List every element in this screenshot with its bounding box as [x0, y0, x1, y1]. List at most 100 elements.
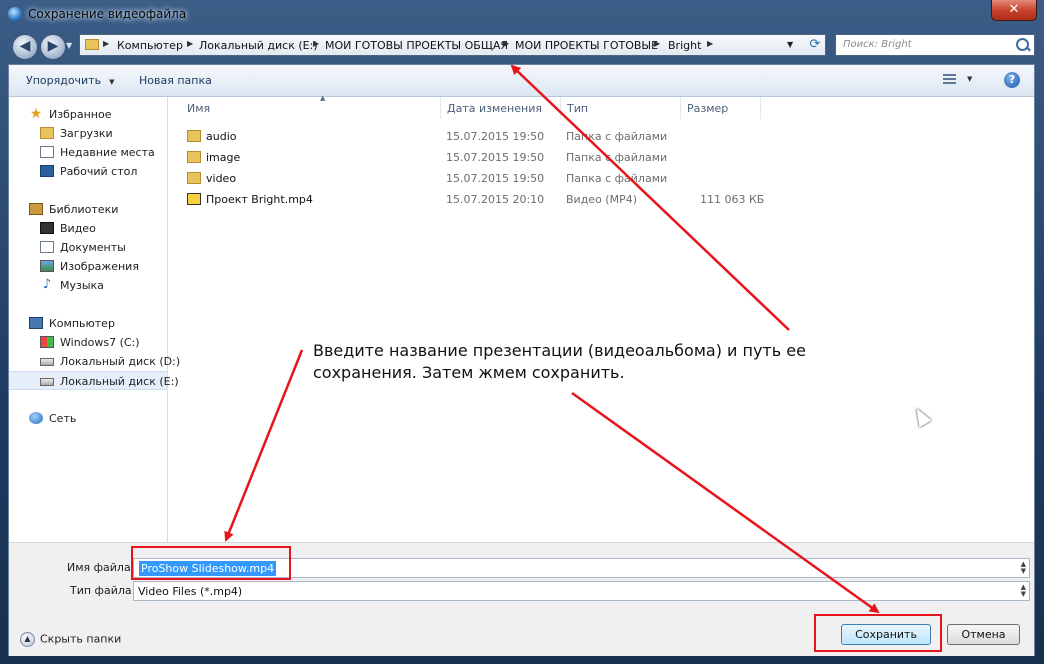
filetype-value: Video Files (*.mp4): [138, 585, 243, 598]
column-header-label: Размер: [687, 102, 729, 115]
column-header-name[interactable]: Имя ▲: [181, 94, 441, 119]
recent-places-icon: [40, 146, 54, 158]
file-name: image: [206, 151, 241, 164]
sidebar-item-label: Изображения: [60, 260, 139, 273]
column-header-label: Дата изменения: [447, 102, 542, 115]
sidebar-item-desktop[interactable]: Рабочий стол: [9, 162, 167, 181]
chevron-down-icon: ▼: [109, 78, 115, 86]
search-icon[interactable]: [1016, 38, 1029, 51]
sidebar-item-videos[interactable]: Видео: [9, 219, 167, 238]
chevron-right-icon[interactable]: ▶: [187, 39, 193, 48]
breadcrumb-bright[interactable]: Bright: [668, 39, 701, 52]
breadcrumb-computer[interactable]: Компьютер: [117, 39, 183, 52]
documents-library-icon: [40, 241, 54, 253]
sidebar-item-label: Локальный диск (E:): [60, 375, 179, 388]
breadcrumb-projects-ready[interactable]: МОИ ПРОЕКТЫ ГОТОВЫЕ: [515, 39, 658, 52]
address-history-dropdown-icon[interactable]: ▼: [787, 40, 793, 49]
sidebar-item-downloads[interactable]: Загрузки: [9, 124, 167, 143]
file-type: Видео (MP4): [566, 193, 638, 206]
cancel-button[interactable]: Отмена: [947, 624, 1020, 645]
computer-icon: [29, 317, 43, 329]
column-header-type[interactable]: Тип: [561, 97, 681, 119]
sidebar-item-label: Документы: [60, 241, 126, 254]
sidebar-item-documents[interactable]: Документы: [9, 238, 167, 257]
chevron-right-icon[interactable]: ▶: [103, 39, 109, 48]
column-header-label: Тип: [567, 102, 589, 115]
sidebar-item-drive-c[interactable]: Windows7 (C:): [9, 333, 167, 352]
sidebar-item-libraries[interactable]: Библиотеки: [9, 200, 167, 219]
refresh-icon[interactable]: ⟳: [807, 37, 823, 53]
hide-folders-label: Скрыть папки: [40, 632, 122, 646]
filetype-dropdown-icon[interactable]: ▲ ▼: [1021, 584, 1026, 598]
filename-history-dropdown-icon[interactable]: ▲ ▼: [1021, 561, 1026, 575]
file-row[interactable]: video 15.07.2015 19:50 Папка с файлами: [169, 168, 769, 189]
folder-icon: [187, 151, 201, 163]
save-highlight-box: [814, 614, 942, 652]
view-options-icon[interactable]: [943, 74, 956, 86]
column-header-date[interactable]: Дата изменения: [441, 97, 561, 119]
organize-label: Упорядочить: [26, 74, 102, 87]
chevron-right-icon[interactable]: ▶: [707, 39, 713, 48]
sidebar-item-label: Библиотеки: [49, 203, 119, 216]
hide-folders-toggle[interactable]: ▲ Скрыть папки: [20, 632, 121, 647]
downloads-folder-icon: [40, 127, 54, 139]
organize-button[interactable]: Упорядочить ▼: [26, 74, 115, 87]
column-header-label: Имя: [187, 102, 211, 115]
instruction-annotation: Введите название презентации (видеоальбо…: [313, 341, 806, 382]
file-type: Папка с файлами: [566, 130, 668, 143]
address-bar[interactable]: ▶ Компьютер ▶ Локальный диск (E:) ▶ МОИ …: [79, 34, 826, 56]
sidebar-item-label: Музыка: [60, 279, 104, 292]
chevron-up-icon: ▲: [20, 632, 35, 647]
folder-icon: [187, 172, 201, 184]
sidebar-item-drive-d[interactable]: Локальный диск (D:): [9, 352, 180, 371]
libraries-icon: [29, 203, 43, 215]
sidebar-item-label: Недавние места: [60, 146, 155, 159]
file-row[interactable]: image 15.07.2015 19:50 Папка с файлами: [169, 147, 769, 168]
network-globe-icon: [29, 412, 43, 424]
file-name: audio: [206, 130, 237, 143]
view-dropdown-icon[interactable]: ▼: [967, 75, 972, 83]
sidebar-item-label: Рабочий стол: [60, 165, 138, 178]
recent-pages-dropdown-icon[interactable]: ▼: [66, 41, 72, 50]
file-row[interactable]: audio 15.07.2015 19:50 Папка с файлами: [169, 126, 769, 147]
back-button[interactable]: ◀: [12, 34, 38, 60]
sidebar-item-drive-e[interactable]: Локальный диск (E:): [9, 371, 179, 390]
sidebar-item-label: Избранное: [49, 108, 112, 121]
sort-ascending-icon: ▲: [320, 94, 326, 102]
sidebar-item-favorites[interactable]: ★ Избранное: [9, 105, 167, 124]
sidebar-item-computer[interactable]: Компьютер: [9, 314, 167, 333]
chevron-right-icon[interactable]: ▶: [654, 39, 660, 48]
app-icon: [8, 7, 22, 21]
music-note-icon: ♪: [42, 277, 52, 292]
file-date: 15.07.2015 19:50: [446, 172, 545, 185]
star-icon: ★: [29, 106, 43, 122]
sidebar-item-recent-places[interactable]: Недавние места: [9, 143, 167, 162]
sidebar-item-label: Загрузки: [60, 127, 113, 140]
file-type: Папка с файлами: [566, 172, 668, 185]
file-name: Проект Bright.mp4: [206, 193, 313, 206]
search-input[interactable]: Поиск: Bright: [835, 34, 1035, 56]
sidebar-item-music[interactable]: ♪ Музыка: [9, 276, 167, 295]
sidebar-item-network[interactable]: Сеть: [9, 409, 167, 428]
breadcrumb-drive-e[interactable]: Локальный диск (E:): [199, 39, 318, 52]
file-date: 15.07.2015 19:50: [446, 130, 545, 143]
sidebar-item-label: Локальный диск (D:): [60, 355, 181, 368]
close-button[interactable]: ✕: [991, 0, 1037, 21]
toolbar: Упорядочить ▼ Новая папка ▼ ?: [9, 65, 1034, 97]
file-size: 111 063 КБ: [700, 193, 765, 206]
help-icon[interactable]: ?: [1004, 72, 1020, 88]
new-folder-button[interactable]: Новая папка: [139, 74, 212, 87]
file-list: Имя ▲ Дата изменения Тип Размер audio 15…: [169, 94, 1034, 542]
filetype-select[interactable]: Video Files (*.mp4) ▲ ▼: [133, 581, 1030, 601]
chevron-right-icon[interactable]: ▶: [503, 39, 509, 48]
chevron-right-icon[interactable]: ▶: [313, 39, 319, 48]
window-title: Сохранение видеофайла: [28, 7, 187, 21]
forward-button[interactable]: ▶: [40, 34, 66, 60]
breadcrumb-projects-common[interactable]: МОИ ГОТОВЫ ПРОЕКТЫ ОБЩАЯ: [325, 39, 508, 52]
file-row[interactable]: Проект Bright.mp4 15.07.2015 20:10 Видео…: [169, 189, 769, 210]
navigation-pane: ★ Избранное Загрузки Недавние места Рабо…: [9, 97, 180, 542]
title-bar[interactable]: Сохранение видеофайла ✕: [0, 0, 1044, 30]
sidebar-item-pictures[interactable]: Изображения: [9, 257, 167, 276]
save-video-dialog: Сохранение видеофайла ✕ ◀ ▶ ▼ ▶ Компьюте…: [0, 0, 1044, 664]
column-header-size[interactable]: Размер: [681, 97, 761, 119]
